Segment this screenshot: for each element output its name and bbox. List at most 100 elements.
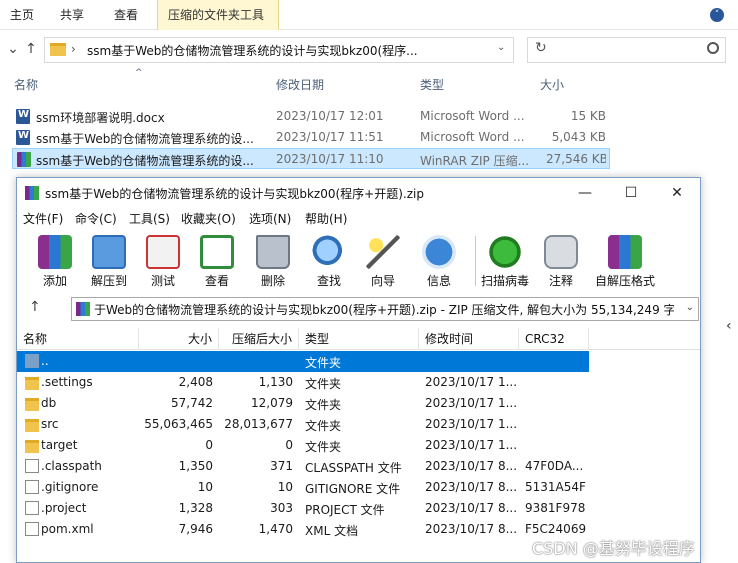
explorer-file-row-selected[interactable]: ssm基于Web的仓储物流管理系统的设... 2023/10/17 11:10 … bbox=[12, 148, 610, 169]
row-size: 2,408 bbox=[178, 375, 213, 389]
window-title: ssm基于Web的仓储物流管理系统的设计与实现bkz00(程序+开题).zip bbox=[45, 187, 424, 201]
row-modified: 2023/10/17 8... bbox=[425, 459, 518, 473]
archive-row[interactable]: pom.xml 7,946 1,470 XML 文档 2023/10/17 8... F5… bbox=[17, 519, 589, 540]
archive-row[interactable]: .classpath 1,350 371 CLASSPATH 文件 2023/10/17… bbox=[17, 456, 589, 477]
row-modified: 2023/10/17 8... bbox=[425, 522, 518, 536]
sfx-label: 自解压格式 bbox=[594, 274, 655, 288]
row-size: 0 bbox=[205, 438, 213, 452]
menu-options[interactable]: 选项(N) bbox=[249, 210, 291, 227]
up-one-level-icon[interactable]: ↑ bbox=[29, 299, 41, 315]
winrar-window: ssm基于Web的仓储物流管理系统的设计与实现bkz00(程序+开题).zip … bbox=[16, 177, 701, 563]
row-modified: 2023/10/17 8... bbox=[425, 480, 518, 494]
archive-row[interactable]: src 55,063,465 28,013,677 文件夹 2023/10/17 1..… bbox=[17, 414, 589, 435]
test-button[interactable]: 测试 bbox=[135, 232, 191, 290]
explorer-address-bar[interactable]: › ssm基于Web的仓储物流管理系统的设计与实现bkz00(程序... ⌄ ↻ bbox=[44, 37, 547, 63]
row-name: db bbox=[41, 396, 57, 410]
tab-share[interactable]: 共享 bbox=[50, 0, 94, 30]
archive-row[interactable]: target 0 0 文件夹 2023/10/17 1... bbox=[17, 435, 589, 456]
winrar-titlebar[interactable]: ssm基于Web的仓储物流管理系统的设计与实现bkz00(程序+开题).zip … bbox=[17, 178, 700, 208]
row-name: .gitignore bbox=[41, 480, 99, 494]
col-modified[interactable]: 修改时间 bbox=[419, 328, 519, 350]
row-size: 10 bbox=[197, 480, 213, 494]
tab-compressed-folder-tools[interactable]: 压缩的文件夹工具 bbox=[157, 0, 279, 30]
row-size: 1,350 bbox=[178, 459, 213, 473]
row-modified: 2023/10/17 1... bbox=[425, 375, 518, 389]
menu-commands[interactable]: 命令(C) bbox=[75, 210, 117, 227]
row-name: src bbox=[41, 417, 59, 431]
up-arrow-icon[interactable]: ↑ bbox=[20, 38, 42, 60]
zip-archive-icon bbox=[76, 302, 90, 316]
scan-virus-label: 扫描病毒 bbox=[480, 274, 529, 288]
row-packed: 303 bbox=[270, 501, 293, 515]
file-name: ssm基于Web的仓储物流管理系统的设... bbox=[36, 132, 254, 146]
extract-to-button[interactable]: 解压到 bbox=[81, 232, 137, 290]
menu-bar: 文件(F) 命令(C) 工具(S) 收藏夹(O) 选项(N) 帮助(H) bbox=[17, 208, 700, 228]
close-button[interactable]: ✕ bbox=[654, 178, 700, 208]
col-crc32[interactable]: CRC32 bbox=[519, 328, 589, 350]
word-doc-icon bbox=[16, 109, 30, 124]
file-size: 15 KB bbox=[570, 109, 606, 123]
col-header-type[interactable]: 类型 bbox=[420, 76, 444, 96]
scan-virus-button[interactable]: 扫描病毒 bbox=[477, 232, 533, 290]
file-icon bbox=[25, 459, 39, 473]
folder-icon bbox=[25, 398, 39, 411]
col-header-date[interactable]: 修改日期 bbox=[276, 76, 324, 96]
tab-home[interactable]: 主页 bbox=[0, 0, 44, 30]
col-header-name[interactable]: 名称 bbox=[14, 76, 38, 96]
archive-row[interactable]: .settings 2,408 1,130 文件夹 2023/10/17 1... bbox=[17, 372, 589, 393]
menu-favorites[interactable]: 收藏夹(O) bbox=[181, 210, 236, 227]
row-packed: 371 bbox=[270, 459, 293, 473]
file-date: 2023/10/17 11:51 bbox=[276, 130, 384, 144]
row-size: 7,946 bbox=[178, 522, 213, 536]
add-archive-icon bbox=[38, 235, 72, 269]
test-checklist-icon bbox=[146, 235, 180, 269]
col-packed[interactable]: 压缩后大小 bbox=[219, 328, 299, 350]
info-button[interactable]: 信息 bbox=[411, 232, 467, 290]
col-size[interactable]: 大小 bbox=[139, 328, 219, 350]
minimize-button[interactable]: — bbox=[562, 178, 608, 208]
col-type[interactable]: 类型 bbox=[299, 328, 419, 350]
file-type: Microsoft Word ... bbox=[420, 109, 525, 123]
up-folder-icon bbox=[25, 354, 39, 368]
file-date: 2023/10/17 11:10 bbox=[276, 152, 384, 166]
menu-help[interactable]: 帮助(H) bbox=[305, 210, 347, 227]
add-button[interactable]: 添加 bbox=[27, 232, 83, 290]
row-name: .classpath bbox=[41, 459, 102, 473]
archive-row[interactable]: db 57,742 12,079 文件夹 2023/10/17 1... bbox=[17, 393, 589, 414]
comment-button[interactable]: 注释 bbox=[533, 232, 589, 290]
row-name: target bbox=[41, 438, 78, 452]
archive-path-text: 于Web的仓储物流管理系统的设计与实现bkz00(程序+开题).zip - ZI… bbox=[94, 303, 674, 317]
row-type: PROJECT 文件 bbox=[305, 503, 385, 517]
folder-icon bbox=[50, 43, 66, 56]
archive-row[interactable]: .project 1,328 303 PROJECT 文件 2023/10/17 8..… bbox=[17, 498, 589, 519]
tab-view[interactable]: 查看 bbox=[104, 0, 148, 30]
wizard-button[interactable]: 向导 bbox=[355, 232, 411, 290]
word-doc-icon bbox=[16, 130, 30, 145]
col-header-size[interactable]: 大小 bbox=[540, 76, 564, 96]
comment-label: 注释 bbox=[548, 274, 573, 288]
delete-button[interactable]: 删除 bbox=[245, 232, 301, 290]
trash-icon bbox=[256, 235, 290, 269]
row-modified: 2023/10/17 8... bbox=[425, 501, 518, 515]
archive-row-selected[interactable]: .. 文件夹 bbox=[17, 351, 589, 372]
view-button[interactable]: 查看 bbox=[189, 232, 245, 290]
explorer-file-row[interactable]: ssm基于Web的仓储物流管理系统的设... 2023/10/17 11:51 … bbox=[12, 127, 610, 148]
archive-path-box[interactable]: 于Web的仓储物流管理系统的设计与实现bkz00(程序+开题).zip - ZI… bbox=[71, 297, 699, 321]
explorer-search-input[interactable] bbox=[527, 37, 726, 63]
menu-file[interactable]: 文件(F) bbox=[23, 210, 63, 227]
find-button[interactable]: 查找 bbox=[301, 232, 357, 290]
explorer-file-row[interactable]: ssm环境部署说明.docx 2023/10/17 12:01 Microsof… bbox=[12, 106, 610, 127]
maximize-button[interactable]: ☐ bbox=[608, 178, 654, 208]
menu-tools[interactable]: 工具(S) bbox=[129, 210, 170, 227]
archive-row[interactable]: .gitignore 10 10 GITIGNORE 文件 2023/10/17 8..… bbox=[17, 477, 589, 498]
explorer-nav-row: ⌄ ↑ › ssm基于Web的仓储物流管理系统的设计与实现bkz00(程序...… bbox=[0, 32, 738, 68]
sfx-button[interactable]: 自解压格式 bbox=[595, 232, 655, 290]
address-dropdown-icon[interactable]: ⌄ bbox=[497, 42, 505, 53]
file-date: 2023/10/17 12:01 bbox=[276, 109, 384, 123]
path-dropdown-icon[interactable]: ⌄ bbox=[686, 302, 694, 313]
ribbon-help-chevron-icon[interactable]: ˅ bbox=[710, 8, 724, 22]
info-label: 信息 bbox=[426, 274, 451, 288]
archive-list-header: 名称 大小 压缩后大小 类型 修改时间 CRC32 bbox=[17, 328, 700, 350]
col-name[interactable]: 名称 bbox=[17, 328, 139, 350]
scroll-right-chevron-icon[interactable]: ‹ bbox=[726, 318, 732, 334]
